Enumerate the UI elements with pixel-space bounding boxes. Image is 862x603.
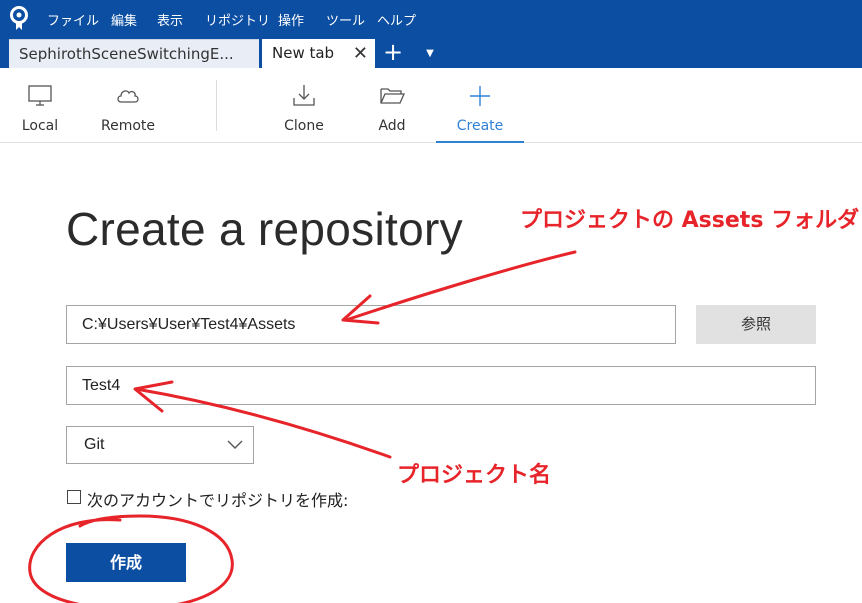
menu-edit[interactable]: 編集 (111, 10, 137, 29)
repository-name-value: Test4 (82, 376, 121, 394)
toolbar: Local Remote Clone Add Create (0, 68, 862, 143)
annotation-assets-folder-note: プロジェクトの Assets フォルダ (520, 208, 860, 233)
destination-path-input[interactable]: C:¥Users¥User¥Test4¥Assets (66, 305, 676, 344)
add-tab-icon[interactable]: + (381, 38, 405, 68)
sourcetree-logo-icon (10, 6, 28, 30)
folder-open-icon (380, 88, 406, 104)
clone-label: Clone (284, 118, 324, 134)
menu-repository[interactable]: リポジトリ (205, 10, 270, 29)
remote-label: Remote (100, 118, 156, 134)
create-label: Create (456, 118, 504, 134)
active-tab-indicator (436, 141, 524, 143)
tab-new-tab[interactable]: New tab ✕ (262, 39, 375, 68)
menu-bar: ファイル 編集 表示 リポジトリ 操作 ツール ヘルプ (0, 0, 862, 38)
clone-button[interactable]: Clone (274, 68, 334, 143)
sourcetree-window: ファイル 編集 表示 リポジトリ 操作 ツール ヘルプ SephirothSce… (0, 0, 862, 603)
page-title: Create a repository (66, 203, 463, 255)
menu-help[interactable]: ヘルプ (377, 10, 416, 29)
menu-actions[interactable]: 操作 (278, 10, 304, 29)
monitor-icon (28, 85, 52, 106)
close-tab-icon[interactable]: ✕ (353, 39, 368, 68)
annotation-project-name-note: プロジェクト名 (397, 463, 552, 488)
menu-view[interactable]: 表示 (157, 10, 183, 29)
plus-icon (470, 86, 490, 106)
destination-path-value: C:¥Users¥User¥Test4¥Assets (82, 315, 296, 333)
menu-tools[interactable]: ツール (326, 10, 365, 29)
repository-name-input[interactable]: Test4 (66, 366, 816, 405)
local-label: Local (21, 118, 59, 134)
download-icon (293, 85, 315, 106)
tab-label: New tab (272, 44, 335, 62)
add-button[interactable]: Add (362, 68, 422, 143)
tab-list-dropdown-icon[interactable]: ▼ (420, 38, 440, 68)
create-tool-button[interactable]: Create (436, 68, 524, 143)
remote-button[interactable]: Remote (92, 68, 164, 143)
chevron-down-icon (227, 440, 243, 449)
create-on-account-checkbox[interactable] (67, 490, 81, 504)
vcs-type-value: Git (84, 436, 105, 453)
tab-bar: SephirothSceneSwitchingE... New tab ✕ + … (0, 38, 862, 68)
add-label: Add (378, 118, 406, 134)
vcs-type-select[interactable]: Git (66, 426, 254, 464)
cloud-icon (117, 90, 139, 103)
toolbar-divider (216, 80, 217, 131)
tab-sephiroth-project[interactable]: SephirothSceneSwitchingE... (9, 39, 259, 68)
browse-button[interactable]: 参照 (696, 305, 816, 344)
tab-label: SephirothSceneSwitchingE... (19, 45, 234, 63)
menu-file[interactable]: ファイル (47, 10, 99, 29)
local-button[interactable]: Local (10, 68, 70, 143)
create-on-account-label: 次のアカウントでリポジトリを作成: (87, 491, 349, 510)
create-button[interactable]: 作成 (66, 543, 186, 582)
